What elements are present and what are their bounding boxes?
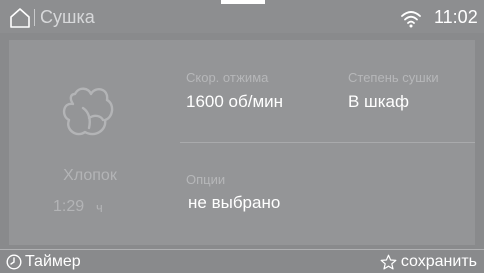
- star-icon: [380, 254, 397, 269]
- wifi-icon: [401, 11, 421, 28]
- spin-speed-label: Скор. отжима: [186, 70, 269, 85]
- program-duration-unit: ч: [96, 200, 103, 215]
- divider: [180, 142, 475, 143]
- clock: 11:02: [434, 7, 478, 27]
- save-button[interactable]: сохранить: [380, 252, 477, 272]
- timer-label: Таймер: [25, 253, 81, 270]
- program-name: Хлопок: [63, 167, 117, 184]
- drag-handle[interactable]: [221, 0, 265, 4]
- timer-button[interactable]: Таймер: [6, 252, 81, 272]
- options-value: не выбрано: [188, 193, 281, 212]
- program-panel: Хлопок 1:29 ч Скор. отжима 1600 об/мин С…: [9, 40, 475, 245]
- footer-divider: [0, 249, 484, 250]
- page-title: Сушка: [40, 7, 95, 27]
- program-duration: 1:29: [53, 198, 85, 215]
- spin-speed-value: 1600 об/мин: [186, 92, 284, 111]
- options-label: Опции: [186, 172, 226, 187]
- status-bar: Сушка 11:02: [0, 0, 484, 33]
- dryness-label: Степень сушки: [348, 70, 439, 85]
- title-separator: [34, 9, 35, 26]
- dryness-value: В шкаф: [348, 92, 409, 111]
- clock-icon: [6, 254, 22, 270]
- cotton-icon: [62, 87, 114, 136]
- save-label: сохранить: [400, 253, 477, 270]
- home-icon[interactable]: [9, 7, 31, 29]
